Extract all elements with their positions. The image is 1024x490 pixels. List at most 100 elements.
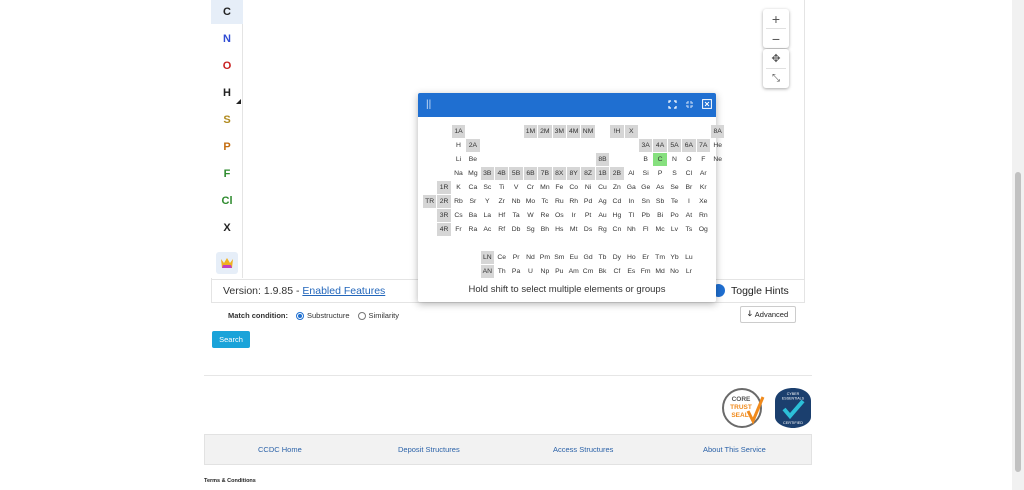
element-cell[interactable]: Se — [668, 181, 681, 194]
element-cell[interactable]: Lv — [668, 223, 681, 236]
element-cell[interactable]: Cr — [524, 181, 537, 194]
element-cell[interactable]: Y — [481, 195, 494, 208]
element-cell[interactable]: Hs — [553, 223, 566, 236]
terms-and-conditions-link[interactable]: Terms & Conditions — [204, 478, 256, 484]
element-cell[interactable]: Pd — [581, 195, 594, 208]
element-cell[interactable]: Al — [625, 167, 638, 180]
group-cell[interactable]: 8B — [595, 153, 610, 166]
element-cell[interactable]: Lr — [682, 265, 695, 278]
group-cell[interactable]: 4A — [653, 139, 667, 152]
element-cell[interactable]: Ac — [481, 223, 494, 236]
atom-button-o[interactable]: O — [211, 54, 243, 78]
toggle-hints[interactable]: Toggle Hints — [712, 284, 789, 297]
group-cell[interactable]: !H — [610, 125, 624, 138]
group-cell[interactable]: NM — [581, 125, 595, 138]
element-cell[interactable]: Ca — [466, 181, 479, 194]
element-cell[interactable]: N — [668, 153, 681, 166]
element-cell[interactable]: Tc — [538, 195, 551, 208]
element-cell[interactable]: Pb — [639, 209, 652, 222]
atom-button-n[interactable]: N — [211, 27, 243, 51]
element-cell[interactable]: Po — [668, 209, 681, 222]
element-cell[interactable]: Tm — [653, 251, 666, 264]
element-cell[interactable]: Mg — [466, 167, 479, 180]
atom-button-f[interactable]: F — [211, 162, 243, 186]
element-cell[interactable]: Lu — [682, 251, 695, 264]
element-cell[interactable]: Nb — [509, 195, 522, 208]
element-cell[interactable]: Cl — [682, 167, 695, 180]
element-cell[interactable]: Ir — [567, 209, 580, 222]
element-cell[interactable]: Re — [538, 209, 551, 222]
group-cell[interactable]: 1M — [523, 125, 538, 138]
element-cell[interactable]: Rb — [452, 195, 465, 208]
atom-button-s[interactable]: S — [211, 108, 243, 132]
element-cell[interactable]: Cu — [596, 181, 609, 194]
element-cell[interactable]: Er — [639, 251, 652, 264]
zoom-in-button[interactable]: + — [763, 9, 789, 28]
footer-link-access-structures[interactable]: Access Structures — [553, 445, 613, 454]
element-cell[interactable]: Fm — [639, 265, 652, 278]
element-cell[interactable]: Sm — [553, 251, 566, 264]
group-cell[interactable]: 6B — [523, 167, 538, 180]
element-cell[interactable]: Be — [466, 153, 479, 166]
element-cell[interactable]: Pt — [581, 209, 594, 222]
element-cell[interactable]: Sr — [466, 195, 479, 208]
group-cell[interactable]: 8Y — [567, 167, 581, 180]
element-cell[interactable]: Ag — [596, 195, 609, 208]
drag-handle-icon[interactable]: || — [426, 99, 431, 110]
pan-button[interactable]: ✥ — [763, 49, 789, 68]
element-cell[interactable]: Pa — [509, 265, 522, 278]
element-cell[interactable]: O — [682, 153, 695, 166]
element-cell[interactable]: U — [524, 265, 537, 278]
substructure-radio[interactable] — [296, 311, 304, 320]
element-cell[interactable]: Og — [697, 223, 710, 236]
zoom-out-button[interactable]: − — [763, 29, 789, 48]
core-trust-seal-badge[interactable]: CORE TRUST SEAL — [721, 387, 765, 429]
expand-icon[interactable] — [666, 98, 678, 110]
search-button[interactable]: Search — [212, 331, 250, 348]
element-cell[interactable]: F — [697, 153, 710, 166]
element-cell[interactable]: Th — [495, 265, 508, 278]
cyber-essentials-badge[interactable]: CYBER ESSENTIALS CERTIFIED — [774, 387, 812, 429]
element-cell[interactable]: Sb — [653, 195, 666, 208]
element-cell[interactable]: Rn — [697, 209, 710, 222]
element-cell[interactable]: Pr — [509, 251, 522, 264]
template-library-icon[interactable] — [216, 252, 238, 274]
element-cell[interactable]: Yb — [668, 251, 681, 264]
element-cell[interactable]: He — [711, 139, 724, 152]
group-cell[interactable]: 4B — [495, 167, 509, 180]
atom-button-cl[interactable]: Cl — [211, 189, 243, 213]
element-cell[interactable]: Ti — [495, 181, 508, 194]
fit-view-button[interactable]: ⤡ — [763, 69, 789, 88]
element-cell[interactable]: Ni — [581, 181, 594, 194]
element-cell[interactable]: Rh — [567, 195, 580, 208]
element-cell[interactable]: V — [509, 181, 522, 194]
group-cell[interactable]: X — [624, 125, 638, 138]
element-cell[interactable]: Ho — [625, 251, 638, 264]
element-cell[interactable]: Cn — [610, 223, 623, 236]
group-cell[interactable]: AN — [480, 265, 494, 278]
element-cell[interactable]: Ce — [495, 251, 508, 264]
element-cell[interactable]: I — [682, 195, 695, 208]
group-cell[interactable]: 2B — [610, 167, 624, 180]
similarity-option[interactable]: Similarity — [357, 311, 399, 320]
group-cell[interactable]: 4M — [567, 125, 581, 138]
element-cell[interactable]: Cd — [610, 195, 623, 208]
element-cell[interactable]: Fl — [639, 223, 652, 236]
element-cell[interactable]: Md — [653, 265, 666, 278]
element-cell[interactable]: Li — [452, 153, 465, 166]
element-cell[interactable]: Rg — [596, 223, 609, 236]
element-cell[interactable]: Ba — [466, 209, 479, 222]
group-cell[interactable]: 8Z — [581, 167, 595, 180]
element-cell[interactable]: No — [668, 265, 681, 278]
element-cell[interactable]: Bk — [596, 265, 609, 278]
group-cell[interactable]: 1R — [437, 181, 451, 194]
element-cell[interactable]: In — [625, 195, 638, 208]
element-cell[interactable]: Bi — [653, 209, 666, 222]
element-cell[interactable]: S — [668, 167, 681, 180]
element-cell[interactable]: At — [682, 209, 695, 222]
group-cell[interactable]: 5A — [667, 139, 682, 152]
footer-link-about-service[interactable]: About This Service — [703, 445, 766, 454]
element-cell[interactable]: Pu — [553, 265, 566, 278]
element-cell[interactable]: Zn — [610, 181, 623, 194]
group-cell[interactable]: 7B — [538, 167, 552, 180]
